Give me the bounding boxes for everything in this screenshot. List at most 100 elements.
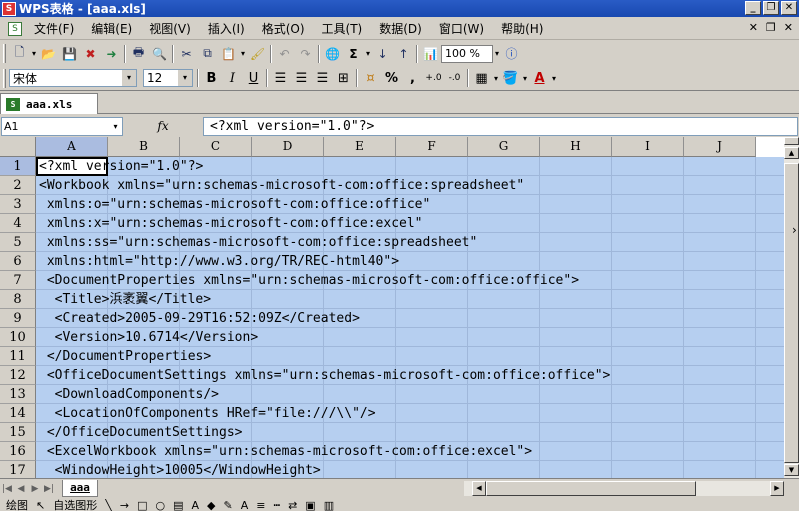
row-header[interactable]: 5 (0, 233, 36, 252)
borders-dropdown-icon[interactable]: ▾ (492, 74, 500, 83)
open-folder-icon[interactable]: 📂 (38, 44, 59, 64)
arrow-icon[interactable]: → (120, 499, 129, 511)
row-cells[interactable]: <Created>2005-09-29T16:52:09Z</Created> (36, 309, 784, 328)
row-header[interactable]: 15 (0, 423, 36, 442)
dash-style-icon[interactable]: ┅ (273, 499, 280, 511)
column-header-f[interactable]: F (396, 137, 468, 157)
redo-icon[interactable]: ↷ (295, 44, 316, 64)
arrow-style-icon[interactable]: ⇄ (288, 499, 297, 511)
formula-input[interactable]: <?xml version="1.0"?> (203, 116, 798, 136)
doc-close-icon[interactable]: ✕ (749, 21, 758, 34)
chevron-down-icon[interactable]: ▾ (178, 70, 192, 86)
font-color-icon[interactable]: A (241, 499, 249, 511)
minimize-button[interactable]: _ (745, 1, 761, 15)
menu-data[interactable]: 数据(D) (373, 20, 433, 37)
sort-descending-icon[interactable]: ↑ (393, 44, 414, 64)
font-color-dropdown-icon[interactable]: ▾ (550, 74, 558, 83)
vertical-scrollbar[interactable]: ▲ ▼ (784, 137, 799, 478)
menu-insert[interactable]: 插入(I) (202, 20, 256, 37)
undo-icon[interactable]: ↶ (274, 44, 295, 64)
prev-sheet-icon[interactable]: ◀ (14, 484, 28, 494)
row-header[interactable]: 7 (0, 271, 36, 290)
fill-color-icon[interactable]: ◆ (207, 499, 215, 511)
autoshapes-button[interactable]: 自选图形 (53, 499, 97, 511)
function-icon[interactable]: fx (123, 119, 203, 133)
paste-icon[interactable]: 📋 (218, 44, 239, 64)
line-color-icon[interactable]: ✎ (223, 499, 232, 511)
autosum-dropdown-icon[interactable]: ▾ (364, 49, 372, 58)
close-document-icon[interactable]: ✖ (80, 44, 101, 64)
comma-style-button[interactable]: , (402, 68, 423, 88)
restore-button[interactable]: ❐ (763, 1, 779, 15)
row-cells[interactable]: <DownloadComponents/> (36, 385, 784, 404)
scroll-down-icon[interactable]: ▼ (784, 464, 799, 476)
pointer-icon[interactable]: ↖ (36, 499, 45, 511)
column-header-c[interactable]: C (180, 137, 252, 157)
align-right-icon[interactable]: ☰ (312, 68, 333, 88)
draw-menu-button[interactable]: 绘图 (6, 499, 28, 511)
first-sheet-icon[interactable]: |◀ (0, 484, 14, 494)
column-header-b[interactable]: B (108, 137, 180, 157)
bold-button[interactable]: B (201, 68, 222, 88)
row-cells[interactable]: xmlns:html="http://www.w3.org/TR/REC-htm… (36, 252, 784, 271)
row-header[interactable]: 17 (0, 461, 36, 478)
oval-icon[interactable]: ○ (155, 499, 165, 511)
column-header-j[interactable]: J (684, 137, 756, 157)
row-cells[interactable]: <OfficeDocumentSettings xmlns="urn:schem… (36, 366, 784, 385)
font-size-select[interactable]: 12 ▾ (143, 69, 193, 87)
column-header-a[interactable]: A (36, 137, 108, 157)
row-header[interactable]: 2 (0, 176, 36, 195)
zoom-dropdown-icon[interactable]: ▾ (493, 49, 501, 58)
row-cells[interactable]: <?xml version="1.0"?> (36, 157, 784, 176)
paste-dropdown-icon[interactable]: ▾ (239, 49, 247, 58)
document-tab[interactable]: S aaa.xls (0, 93, 98, 114)
fill-color-icon[interactable]: 🪣 (500, 68, 521, 88)
chart-icon[interactable]: 📊 (420, 44, 441, 64)
toolbar-grip[interactable] (3, 68, 6, 88)
italic-button[interactable]: I (222, 68, 243, 88)
row-header[interactable]: 3 (0, 195, 36, 214)
line-style-icon[interactable]: ≡ (256, 499, 265, 511)
export-icon[interactable]: ➜ (101, 44, 122, 64)
save-icon[interactable]: 💾 (59, 44, 80, 64)
column-header-i[interactable]: I (612, 137, 684, 157)
column-header-h[interactable]: H (540, 137, 612, 157)
row-header[interactable]: 10 (0, 328, 36, 347)
column-header-g[interactable]: G (468, 137, 540, 157)
split-handle[interactable] (784, 137, 799, 145)
menu-help[interactable]: 帮助(H) (495, 20, 554, 37)
row-cells[interactable]: <DocumentProperties xmlns="urn:schemas-m… (36, 271, 784, 290)
name-box[interactable]: A1 ▾ (1, 116, 123, 136)
line-icon[interactable]: ╲ (105, 499, 112, 511)
rectangle-icon[interactable]: □ (137, 499, 147, 511)
row-cells[interactable]: <Version>10.6714</Version> (36, 328, 784, 347)
row-header[interactable]: 9 (0, 309, 36, 328)
row-header[interactable]: 16 (0, 442, 36, 461)
borders-icon[interactable]: ▦ (471, 68, 492, 88)
row-cells[interactable]: <Title>浜袤翼</Title> (36, 290, 784, 309)
menu-tools[interactable]: 工具(T) (316, 20, 374, 37)
scroll-right-icon[interactable]: ▶ (770, 481, 784, 496)
increase-decimal-icon[interactable]: +.0 (423, 68, 444, 88)
fill-color-dropdown-icon[interactable]: ▾ (521, 74, 529, 83)
menu-edit[interactable]: 编辑(E) (85, 20, 143, 37)
row-cells[interactable]: <Workbook xmlns="urn:schemas-microsoft-c… (36, 176, 784, 195)
wordart-icon[interactable]: A (191, 499, 199, 511)
close-button[interactable]: ✕ (781, 1, 797, 15)
print-preview-icon[interactable]: 🔍 (149, 44, 170, 64)
sheet-tab-aaa[interactable]: aaa (62, 480, 98, 497)
row-cells[interactable]: </DocumentProperties> (36, 347, 784, 366)
scroll-up-icon[interactable]: ▲ (784, 147, 799, 159)
shadow-icon[interactable]: ▣ (305, 499, 315, 511)
row-cells[interactable]: xmlns:o="urn:schemas-microsoft-com:offic… (36, 195, 784, 214)
align-left-icon[interactable]: ☰ (270, 68, 291, 88)
3d-icon[interactable]: ▥ (324, 499, 334, 511)
zoom-select[interactable]: 100 % (441, 44, 493, 63)
textbox-icon[interactable]: ▤ (173, 499, 183, 511)
merge-center-icon[interactable]: ⊞ (333, 68, 354, 88)
vertical-scroll-thumb[interactable] (784, 163, 799, 463)
worksheet-grid[interactable]: A B C D E F G H I J 1 <?xml version="1.0… (0, 137, 784, 478)
horizontal-scroll-thumb[interactable] (486, 481, 696, 496)
sort-ascending-icon[interactable]: ↓ (372, 44, 393, 64)
row-header[interactable]: 4 (0, 214, 36, 233)
